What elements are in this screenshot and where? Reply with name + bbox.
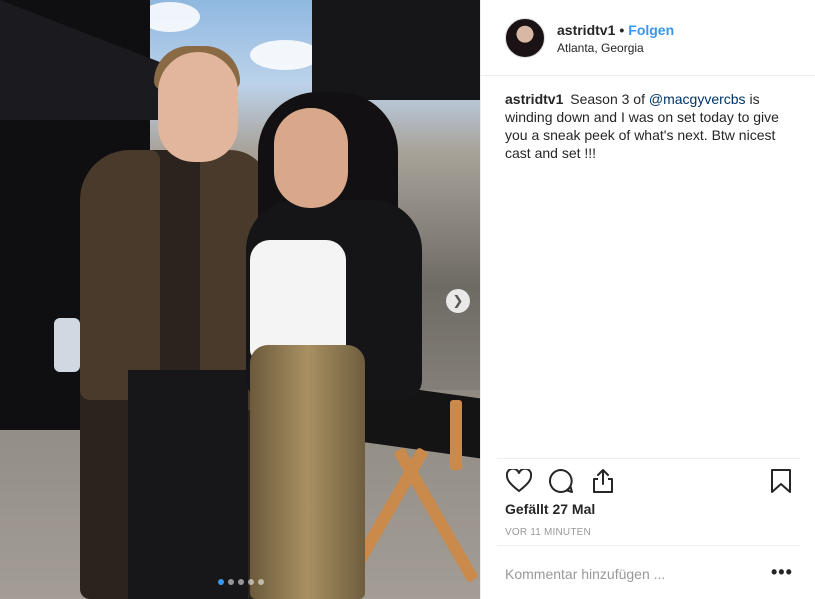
cloud-decoration — [250, 40, 320, 70]
share-icon[interactable] — [589, 467, 617, 495]
location-link[interactable]: Atlanta, Georgia — [557, 41, 674, 55]
chevron-right-icon: ❯ — [452, 293, 464, 308]
comment-input[interactable] — [505, 560, 765, 588]
man-face — [158, 52, 238, 162]
woman-pants — [250, 345, 365, 599]
carousel-dot — [238, 579, 244, 585]
separator-dot: • — [619, 21, 625, 38]
carousel-indicator — [218, 579, 264, 585]
more-options-button[interactable]: ••• — [771, 562, 793, 583]
woman-face — [274, 108, 348, 208]
follow-button[interactable]: Folgen — [628, 21, 674, 39]
carousel-dot — [228, 579, 234, 585]
water-bottle — [54, 318, 80, 372]
tent-right — [312, 0, 480, 100]
post-photo[interactable]: ❯ — [0, 0, 480, 599]
like-count[interactable]: Gefällt 27 Mal — [505, 501, 595, 517]
user-line: astridtv1 • Folgen — [557, 21, 674, 39]
post-header: astridtv1 • Folgen Atlanta, Georgia — [481, 0, 815, 76]
carousel-dot — [258, 579, 264, 585]
post-timestamp[interactable]: VOR 11 MINUTEN — [505, 527, 591, 538]
post-caption: astridtv1 Season 3 of @macgyvercbs is wi… — [505, 90, 797, 162]
author-username[interactable]: astridtv1 — [557, 21, 615, 39]
divider — [497, 458, 800, 459]
heart-icon[interactable] — [505, 467, 533, 495]
woman-top — [250, 240, 346, 360]
caption-username[interactable]: astridtv1 — [505, 91, 563, 107]
divider — [497, 545, 800, 546]
comment-bubble-icon[interactable] — [547, 467, 575, 495]
avatar[interactable] — [505, 17, 545, 58]
man-pants — [128, 370, 248, 599]
director-chair-frame — [450, 400, 462, 470]
caption-text: Season 3 of — [570, 91, 649, 107]
action-bar — [505, 466, 795, 496]
man-jacket — [80, 150, 160, 400]
carousel-next-button[interactable]: ❯ — [446, 289, 470, 313]
carousel-dot — [218, 579, 224, 585]
post-side-panel: astridtv1 • Folgen Atlanta, Georgia astr… — [480, 0, 815, 599]
bookmark-icon[interactable] — [767, 467, 795, 495]
carousel-dot — [248, 579, 254, 585]
header-text: astridtv1 • Folgen Atlanta, Georgia — [557, 21, 674, 55]
caption-mention-link[interactable]: @macgyvercbs — [649, 91, 746, 107]
